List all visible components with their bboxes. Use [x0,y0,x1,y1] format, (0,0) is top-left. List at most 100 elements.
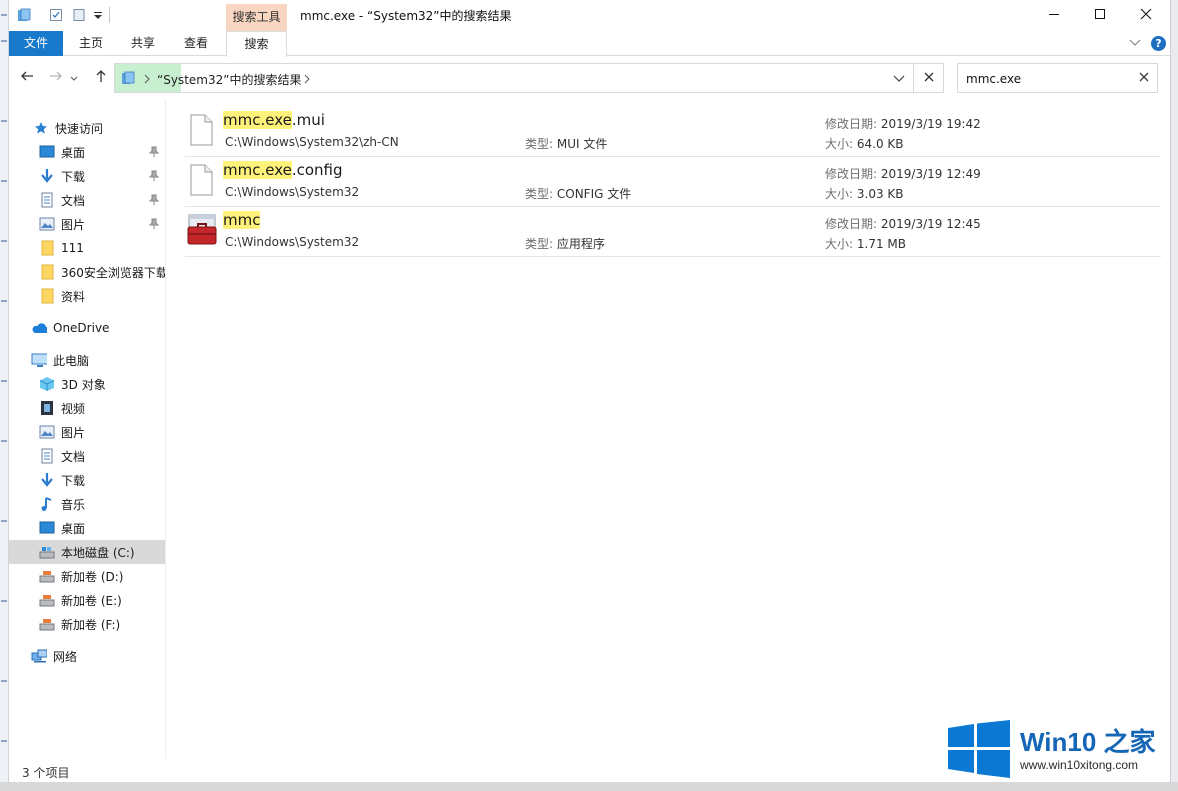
new-folder-icon[interactable] [72,8,86,22]
desktop-icon [39,144,55,160]
cube-icon [39,376,55,392]
tab-view[interactable]: 查看 [171,31,221,56]
folder-icon [39,288,55,304]
search-location-icon [121,71,135,88]
arrow-right-icon [49,69,63,87]
forward-button[interactable] [45,67,67,89]
sidebar-item-quick-access[interactable]: 快速访问 [9,116,165,140]
sidebar-item-folder-materials[interactable]: 资料 [9,284,165,308]
pictures-icon [39,216,55,232]
file-path: C:\Windows\System32\zh-CN [225,135,399,149]
toolbox-icon [187,213,217,247]
sidebar-item-documents[interactable]: 文档 [9,188,165,212]
arrow-up-icon [94,69,108,87]
pin-icon[interactable] [148,170,160,184]
pictures-icon [39,424,55,440]
properties-icon[interactable] [49,8,63,22]
sidebar-item-folder-360-downloads[interactable]: 360安全浏览器下载 [9,260,165,284]
sidebar-item-pictures-pc[interactable]: 图片 [9,420,165,444]
tab-home[interactable]: 主页 [67,31,115,56]
expand-ribbon-chevron-icon[interactable] [1129,37,1141,51]
explorer-app-icon [17,8,31,22]
download-icon [39,168,55,184]
file-name[interactable]: mmc.exe.mui [223,111,325,129]
sidebar-item-drive-d[interactable]: 新加卷 (D:) [9,564,165,588]
search-input[interactable]: mmc.exe [957,63,1158,93]
tab-share[interactable]: 共享 [119,31,167,56]
sidebar-item-music[interactable]: 音乐 [9,492,165,516]
breadcrumb-separator-icon[interactable] [303,73,311,87]
file-name[interactable]: mmc.exe.config [223,161,343,179]
folder-icon [39,264,55,280]
close-button[interactable] [1123,0,1169,31]
computer-icon [31,352,47,368]
sidebar-item-this-pc[interactable]: 此电脑 [9,348,165,372]
drive-icon [39,568,55,584]
title-bar: 搜索工具 mmc.exe - “System32”中的搜索结果 [9,0,1170,31]
quick-access-divider [109,7,110,23]
address-bar[interactable]: “System32”中的搜索结果 [114,63,914,93]
maximize-button[interactable] [1077,0,1123,31]
file-path: C:\Windows\System32 [225,185,360,199]
file-modified-date: 修改日期: 2019/3/19 19:42 [825,117,981,131]
music-icon [39,496,55,512]
pin-icon[interactable] [148,194,160,208]
clear-search-icon[interactable] [1139,71,1149,85]
pin-icon[interactable] [148,146,160,160]
download-icon [39,472,55,488]
watermark-title: Win10 之家 [1020,727,1156,757]
sidebar-item-videos[interactable]: 视频 [9,396,165,420]
sidebar-item-desktop[interactable]: 桌面 [9,140,165,164]
address-history-chevron-icon[interactable] [893,73,905,87]
pin-icon[interactable] [148,218,160,232]
breadcrumb[interactable]: “System32”中的搜索结果 [157,71,301,88]
back-button[interactable] [16,67,38,89]
sidebar-item-downloads-pc[interactable]: 下载 [9,468,165,492]
sidebar-item-desktop-pc[interactable]: 桌面 [9,516,165,540]
watermark-url: www.win10xitong.com [1020,758,1139,772]
sidebar-item-3d-objects[interactable]: 3D 对象 [9,372,165,396]
file-type: 类型: CONFIG 文件 [525,187,632,201]
search-input-value: mmc.exe [966,72,1022,86]
sidebar-item-drive-e[interactable]: 新加卷 (E:) [9,588,165,612]
help-icon[interactable]: ? [1151,36,1166,51]
item-count: 3 个项目 [22,766,70,780]
file-type: 类型: MUI 文件 [525,137,608,151]
file-type: 类型: 应用程序 [525,237,605,251]
up-button[interactable] [90,67,112,89]
desktop-icon [39,520,55,536]
sidebar-item-network[interactable]: 网络 [9,644,165,668]
windows-logo-icon [948,720,1010,781]
file-size: 大小: 1.71 MB [825,237,906,251]
ribbon-tabs: 文件 主页 共享 查看 搜索 ? [9,31,1170,57]
list-item[interactable]: mmc.exe.mui C:\Windows\System32\zh-CN 类型… [185,107,1161,157]
document-icon [39,448,55,464]
breadcrumb-separator-icon[interactable] [143,73,151,87]
minimize-button[interactable] [1031,0,1077,31]
drive-icon [39,544,55,560]
list-item[interactable]: mmc.exe.config C:\Windows\System32 类型: C… [185,157,1161,207]
list-item[interactable]: mmc C:\Windows\System32 类型: 应用程序 修改日期: 2… [185,207,1161,257]
window-title: mmc.exe - “System32”中的搜索结果 [300,9,512,23]
file-name[interactable]: mmc [223,211,261,229]
search-tools-context-label: 搜索工具 [226,4,287,31]
recent-locations-button[interactable] [68,67,80,89]
chevron-down-icon [70,69,78,87]
sidebar-item-downloads[interactable]: 下载 [9,164,165,188]
sidebar-item-documents-pc[interactable]: 文档 [9,444,165,468]
customize-toolbar-chevron-icon[interactable] [91,8,105,22]
sidebar-item-drive-c[interactable]: 本地磁盘 (C:) [9,540,165,564]
search-results-list[interactable]: mmc.exe.mui C:\Windows\System32\zh-CN 类型… [167,99,1170,759]
sidebar-item-pictures[interactable]: 图片 [9,212,165,236]
sidebar-item-folder-111[interactable]: 111 [9,236,165,260]
navigation-pane[interactable]: 快速访问 桌面 下载 文档 图片 111 360安全浏览器下载 资料 OneDr… [9,99,166,759]
sidebar-item-drive-f[interactable]: 新加卷 (F:) [9,612,165,636]
tab-search[interactable]: 搜索 [226,31,287,57]
sidebar-item-onedrive[interactable]: OneDrive [9,316,165,340]
file-size: 大小: 64.0 KB [825,137,904,151]
file-size: 大小: 3.03 KB [825,187,904,201]
stop-search-button[interactable] [914,63,944,93]
tab-file[interactable]: 文件 [9,31,63,56]
maximize-icon [1094,8,1106,23]
minimize-icon [1048,8,1060,23]
